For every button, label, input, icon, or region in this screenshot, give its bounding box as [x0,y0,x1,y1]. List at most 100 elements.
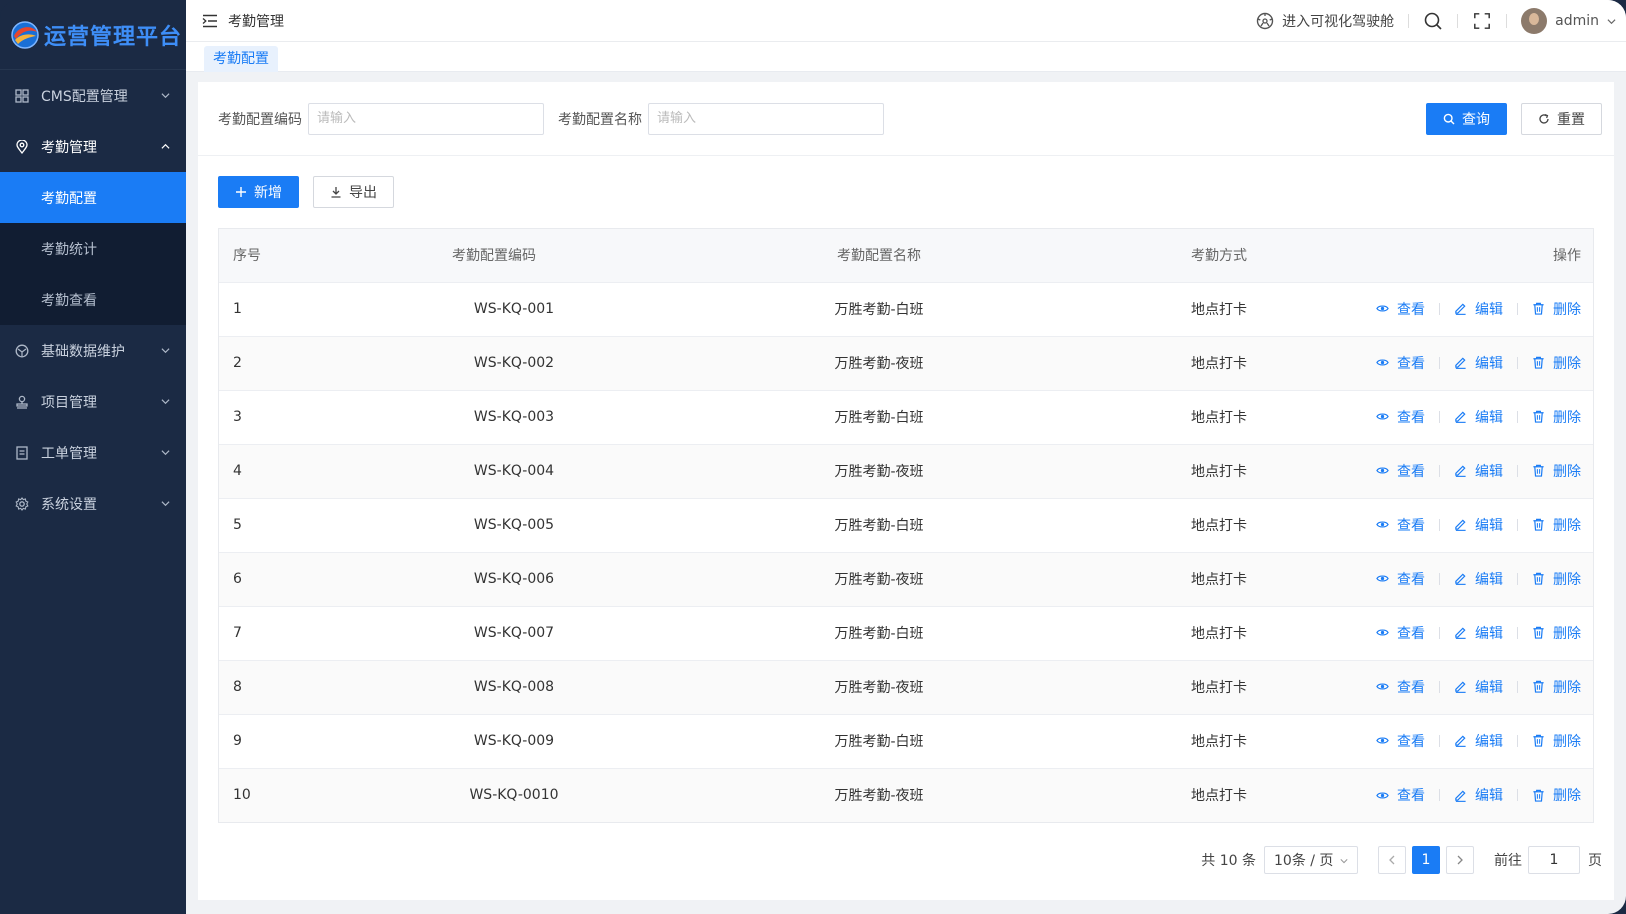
delete-link[interactable]: 删除 [1532,461,1581,481]
edit-icon [1454,302,1467,316]
reset-button-label: 重置 [1557,112,1585,128]
edit-link[interactable]: 编辑 [1454,623,1503,643]
sidebar-item-attendance-config[interactable]: 考勤配置 [0,172,186,223]
tab-attendance-config[interactable]: 考勤配置 [204,46,278,72]
view-label: 查看 [1397,355,1425,372]
view-link[interactable]: 查看 [1376,353,1425,373]
view-label: 查看 [1397,571,1425,588]
delete-label: 删除 [1553,301,1581,318]
sidebar-item-cms[interactable]: CMS配置管理 [0,70,186,121]
eye-icon [1376,626,1389,639]
view-link[interactable]: 查看 [1376,407,1425,427]
edit-link[interactable]: 编辑 [1454,731,1503,751]
view-link[interactable]: 查看 [1376,461,1425,481]
edit-link[interactable]: 编辑 [1454,677,1503,697]
view-link[interactable]: 查看 [1376,677,1425,697]
sidebar-item-attendance[interactable]: 考勤管理 [0,121,186,172]
row-mode: 地点打卡 [1079,336,1359,391]
row-index: 4 [219,444,349,499]
delete-link[interactable]: 删除 [1532,299,1581,319]
sidebar-item-settings[interactable]: 系统设置 [0,478,186,529]
view-link[interactable]: 查看 [1376,515,1425,535]
edit-label: 编辑 [1475,301,1503,318]
edit-link[interactable]: 编辑 [1454,515,1503,535]
chevron-down-icon [161,93,170,99]
row-index: 6 [219,552,349,607]
row-mode: 地点打卡 [1079,552,1359,607]
dashboard-icon [1256,12,1274,30]
avatar[interactable] [1521,8,1548,34]
delete-link[interactable]: 删除 [1532,785,1581,805]
total-count: 共 10 条 [1201,853,1256,869]
delete-link[interactable]: 删除 [1532,515,1581,535]
row-mode: 地点打卡 [1079,390,1359,445]
edit-link[interactable]: 编辑 [1454,785,1503,805]
table-row: 9 WS-KQ-009 万胜考勤-白班 地点打卡 查看 编辑 删除 [219,714,1593,769]
query-button[interactable]: 查询 [1426,103,1507,135]
delete-link[interactable]: 删除 [1532,353,1581,373]
search-form: 考勤配置编码 考勤配置名称 查询 重置 [198,82,1614,156]
edit-link[interactable]: 编辑 [1454,299,1503,319]
name-field-label: 考勤配置名称 [558,111,642,128]
export-button[interactable]: 导出 [313,176,394,208]
fullscreen-icon[interactable] [1472,11,1492,31]
edit-link[interactable]: 编辑 [1454,569,1503,589]
view-link[interactable]: 查看 [1376,731,1425,751]
goto-page-input[interactable] [1528,846,1580,874]
pagination: 共 10 条 10条 / 页 1 前往 页 [1201,846,1602,874]
view-link[interactable]: 查看 [1376,623,1425,643]
delete-label: 删除 [1553,625,1581,642]
delete-label: 删除 [1553,733,1581,750]
divider [1457,14,1459,28]
delete-link[interactable]: 删除 [1532,569,1581,589]
sidebar-item-base-data[interactable]: 基础数据维护 [0,325,186,376]
sidebar-item-work-orders[interactable]: 工单管理 [0,427,186,478]
view-link[interactable]: 查看 [1376,299,1425,319]
prev-page-button[interactable] [1378,846,1406,874]
row-name: 万胜考勤-白班 [679,498,1079,553]
add-button[interactable]: 新增 [218,176,299,208]
row-actions: 查看 编辑 删除 [1359,660,1593,715]
cockpit-link[interactable]: 进入可视化驾驶舱 [1256,11,1394,31]
name-search-input[interactable] [648,102,884,135]
row-mode: 地点打卡 [1079,444,1359,499]
sidebar-item-projects[interactable]: 项目管理 [0,376,186,427]
chevron-down-icon[interactable] [1607,17,1616,26]
delete-link[interactable]: 删除 [1532,623,1581,643]
edit-link[interactable]: 编辑 [1454,461,1503,481]
delete-link[interactable]: 删除 [1532,407,1581,427]
code-search-input[interactable] [308,102,544,135]
trash-icon [1532,680,1545,693]
row-actions: 查看 编辑 删除 [1359,552,1593,607]
search-icon[interactable] [1423,11,1443,31]
user-name[interactable]: admin [1555,13,1599,29]
menu-fold-icon[interactable] [202,14,218,28]
sidebar-item-attendance-stats[interactable]: 考勤统计 [0,223,186,274]
row-index: 9 [219,714,349,769]
logo[interactable]: 运营管理平台 [0,0,186,70]
divider [1439,410,1440,423]
reset-button[interactable]: 重置 [1521,103,1602,135]
edit-link[interactable]: 编辑 [1454,353,1503,373]
delete-label: 删除 [1553,571,1581,588]
database-icon [15,344,29,358]
edit-label: 编辑 [1475,788,1503,804]
view-link[interactable]: 查看 [1376,569,1425,589]
row-actions: 查看 编辑 删除 [1359,498,1593,553]
eye-icon [1376,302,1389,315]
divider [1517,518,1518,531]
view-link[interactable]: 查看 [1376,785,1425,805]
delete-link[interactable]: 删除 [1532,677,1581,697]
row-mode: 地点打卡 [1079,714,1359,769]
edit-link[interactable]: 编辑 [1454,407,1503,427]
sidebar-item-label: 项目管理 [41,394,97,411]
row-actions: 查看 编辑 删除 [1359,714,1593,769]
next-page-button[interactable] [1446,846,1474,874]
page-number[interactable]: 1 [1412,846,1440,874]
main-area: 考勤管理 进入可视化驾驶舱 admin 考勤配置 考勤配置编码 请输入 考勤配置… [186,0,1626,914]
chevron-down-icon [161,348,170,354]
page-size-select[interactable]: 10条 / 页 [1264,846,1358,874]
divider [1439,302,1440,315]
sidebar-item-attendance-view[interactable]: 考勤查看 [0,274,186,325]
delete-link[interactable]: 删除 [1532,731,1581,751]
